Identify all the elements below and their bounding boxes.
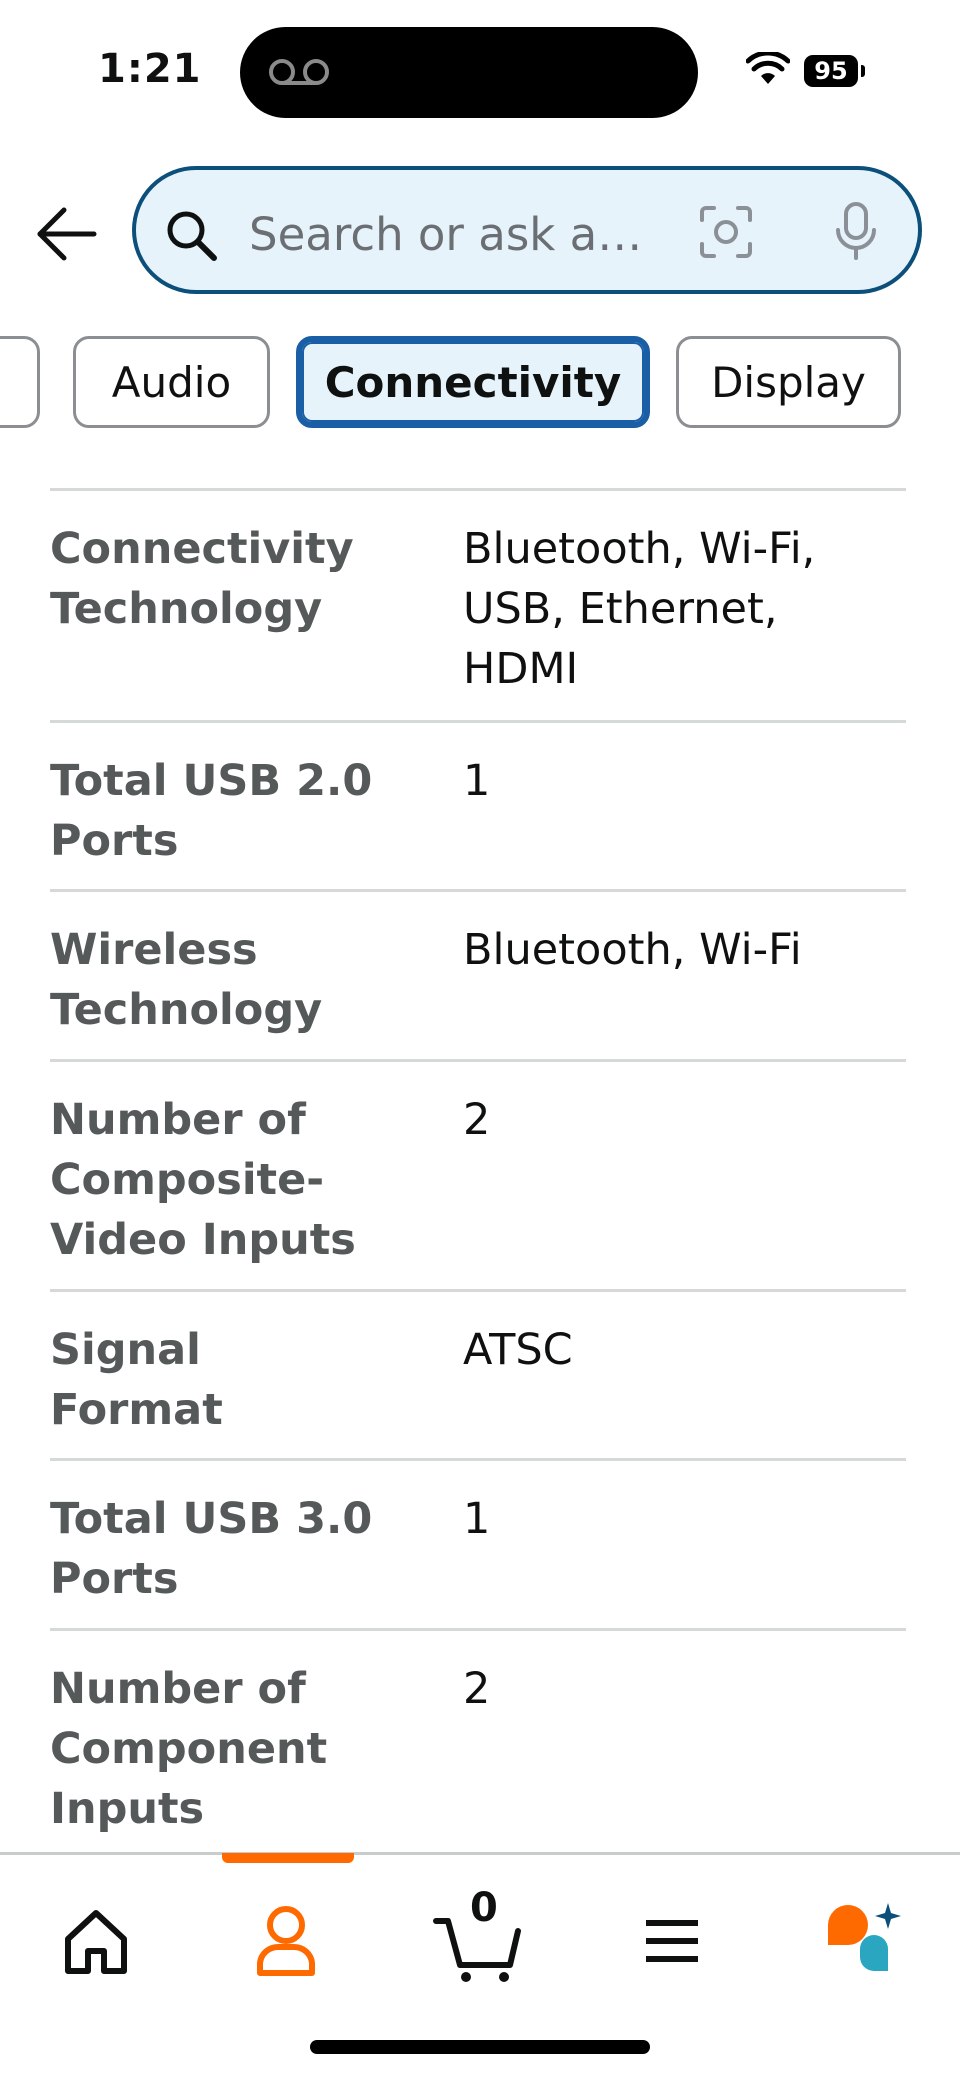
spec-value: 2 xyxy=(463,1664,491,1714)
dynamic-island xyxy=(240,27,698,118)
table-row: Connectivity Technology Bluetooth, Wi-Fi… xyxy=(50,488,906,720)
voicemail-icon xyxy=(269,59,329,85)
menu-icon[interactable] xyxy=(622,1895,722,1985)
chip-connectivity[interactable]: Connectivity xyxy=(296,336,650,428)
spec-key: Total USB 3.0 Ports xyxy=(50,1494,373,1604)
spec-key: Number of Component Inputs xyxy=(50,1664,328,1834)
spec-value: ATSC xyxy=(463,1325,573,1375)
active-tab-indicator xyxy=(222,1853,354,1863)
table-row: Number of Composite-Video Inputs 2 xyxy=(50,1059,906,1289)
spec-key: Signal Format xyxy=(50,1325,223,1435)
battery-tip xyxy=(861,65,865,77)
clock: 1:21 xyxy=(98,46,202,92)
table-row: Number of Component Inputs 2 xyxy=(50,1628,906,1858)
chip-audio[interactable]: Audio xyxy=(73,336,270,428)
rufus-assistant-icon[interactable] xyxy=(814,1895,914,1985)
spec-key: Wireless Technology xyxy=(50,925,323,1035)
back-arrow-icon[interactable] xyxy=(34,204,98,264)
account-icon[interactable] xyxy=(236,1895,336,1985)
table-row: Total USB 3.0 Ports 1 xyxy=(50,1458,906,1628)
chip-label: Connectivity xyxy=(324,357,622,407)
spec-key: Connectivity Technology xyxy=(50,524,354,634)
spec-value: Bluetooth, Wi-Fi xyxy=(463,925,802,975)
microphone-icon[interactable] xyxy=(832,200,880,264)
battery-level: 95 xyxy=(804,55,858,87)
spec-key: Number of Composite-Video Inputs xyxy=(50,1095,356,1265)
cart-count: 0 xyxy=(470,1885,498,1931)
specification-table: Connectivity Technology Bluetooth, Wi-Fi… xyxy=(50,488,906,1858)
chip-display[interactable]: Display xyxy=(676,336,901,428)
chip-previous-partial[interactable] xyxy=(0,336,40,428)
status-bar: 1:21 95 xyxy=(0,0,960,150)
search-input[interactable]: Search or ask a… xyxy=(249,208,642,261)
spec-value: Bluetooth, Wi-Fi, USB, Ethernet, HDMI xyxy=(463,524,816,694)
table-row: Total USB 2.0 Ports 1 xyxy=(50,720,906,889)
wifi-icon xyxy=(746,52,790,84)
camera-lens-icon[interactable] xyxy=(698,204,754,260)
search-icon xyxy=(167,211,217,261)
spec-value: 1 xyxy=(463,756,491,806)
chip-label: Audio xyxy=(111,357,232,407)
table-row: Signal Format ATSC xyxy=(50,1289,906,1458)
search-bar[interactable]: Search or ask a… xyxy=(132,166,922,294)
spec-value: 1 xyxy=(463,1494,491,1544)
home-indicator[interactable] xyxy=(310,2040,650,2054)
chip-label: Display xyxy=(711,357,866,407)
home-icon[interactable] xyxy=(46,1895,146,1985)
spec-key: Total USB 2.0 Ports xyxy=(50,756,373,866)
table-row: Wireless Technology Bluetooth, Wi-Fi xyxy=(50,889,906,1059)
spec-value: 2 xyxy=(463,1095,491,1145)
